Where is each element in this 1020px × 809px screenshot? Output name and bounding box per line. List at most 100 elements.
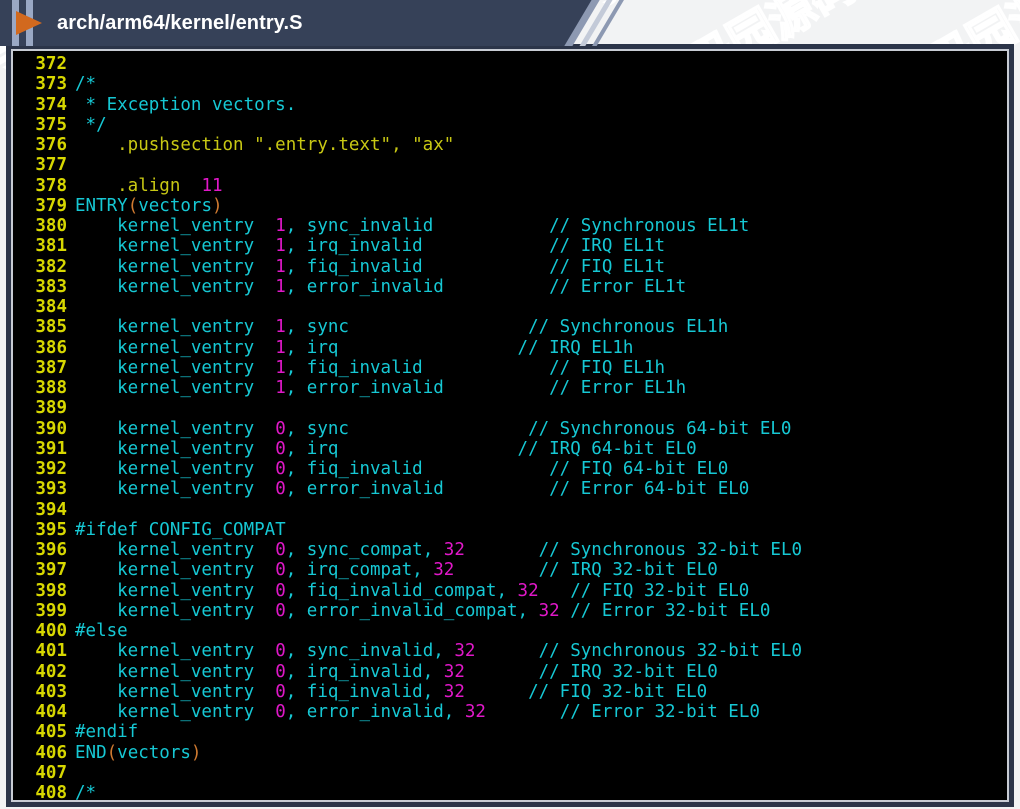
line-number: 379 bbox=[35, 195, 67, 216]
code-token: , error_invalid_compat, bbox=[285, 600, 539, 621]
code-token: 32 bbox=[464, 702, 486, 722]
code-token: 0 bbox=[275, 560, 286, 581]
code-line[interactable]: 386 kernel_ventry 1, irq // IRQ EL1h bbox=[13, 338, 1007, 358]
code-lines-container[interactable]: 372 373/* 374 * Exception vectors. 375 */37… bbox=[13, 54, 1007, 802]
code-token: 11 bbox=[201, 175, 223, 196]
code-token: , irq bbox=[285, 438, 518, 459]
code-line[interactable]: 393 kernel_ventry 0, error_invalid // Er… bbox=[13, 479, 1007, 499]
line-source: kernel_ventry 0, sync_compat, 32 // Sync… bbox=[75, 540, 802, 560]
code-line[interactable]: 375 */ bbox=[13, 115, 1007, 135]
code-line[interactable]: 397 kernel_ventry 0, irq_compat, 32 // I… bbox=[13, 560, 1007, 580]
code-line[interactable]: 378 .align 11 bbox=[13, 176, 1007, 196]
code-editor-viewport[interactable]: 372 373/* 374 * Exception vectors. 375 */37… bbox=[11, 49, 1009, 802]
line-source: * Exception vectors. bbox=[75, 95, 297, 115]
code-line[interactable]: 373 /* bbox=[13, 74, 1007, 94]
code-token: , sync bbox=[285, 418, 529, 439]
code-line[interactable]: 399 kernel_ventry 0, error_invalid_compa… bbox=[13, 601, 1007, 621]
code-token: // Synchronous 32-bit EL0 bbox=[538, 641, 803, 662]
code-line[interactable]: 398 kernel_ventry 0, fiq_invalid_compat,… bbox=[13, 581, 1007, 601]
line-number: 383 bbox=[35, 276, 67, 297]
code-line[interactable]: 400 #else bbox=[13, 621, 1007, 641]
line-number: 381 bbox=[35, 236, 67, 257]
code-token: kernel_ventry bbox=[75, 540, 276, 560]
code-line[interactable]: 391 kernel_ventry 0, irq // IRQ 64-bit E… bbox=[13, 439, 1007, 459]
code-line[interactable]: 394 bbox=[13, 500, 1007, 520]
code-token: kernel_ventry bbox=[75, 337, 276, 358]
code-line[interactable]: 374 * Exception vectors. bbox=[13, 95, 1007, 115]
code-line[interactable]: 383 kernel_ventry 1, error_invalid // Er… bbox=[13, 277, 1007, 297]
code-token: 32 bbox=[443, 681, 465, 702]
code-token: 32 bbox=[454, 641, 476, 662]
code-token: kernel_ventry bbox=[75, 459, 276, 479]
code-line[interactable]: 377 bbox=[13, 155, 1007, 175]
window-titlebar: arch/arm64/kernel/entry.S bbox=[0, 0, 598, 46]
code-line[interactable]: 403 kernel_ventry 0, fiq_invalid, 32 // … bbox=[13, 682, 1007, 702]
code-token: ENTRY bbox=[75, 195, 128, 216]
code-token: // IRQ 32-bit EL0 bbox=[538, 560, 718, 581]
code-line[interactable]: 389 bbox=[13, 398, 1007, 418]
line-number: 375 bbox=[35, 114, 67, 135]
code-token: kernel_ventry bbox=[75, 378, 276, 398]
code-token: // IRQ EL1t bbox=[549, 236, 666, 257]
line-number: 405 bbox=[35, 722, 67, 743]
code-token: kernel_ventry bbox=[75, 256, 276, 277]
code-line[interactable]: 379 ENTRY(vectors) bbox=[13, 196, 1007, 216]
line-source: kernel_ventry 1, irq_invalid // IRQ EL1t bbox=[75, 236, 665, 256]
code-line[interactable]: 405 #endif bbox=[13, 722, 1007, 742]
line-number: 400 bbox=[35, 621, 67, 641]
code-token: , fiq_invalid bbox=[285, 256, 550, 277]
code-token: // Error 32-bit EL0 bbox=[570, 600, 771, 621]
code-token: 0 bbox=[275, 702, 286, 722]
code-line[interactable]: 380 kernel_ventry 1, sync_invalid // Syn… bbox=[13, 216, 1007, 236]
code-line[interactable]: 376 .pushsection ".entry.text", "ax" bbox=[13, 135, 1007, 155]
code-line[interactable]: 401 kernel_ventry 0, sync_invalid, 32 //… bbox=[13, 641, 1007, 661]
code-token: kernel_ventry bbox=[75, 438, 276, 459]
code-line[interactable]: 382 kernel_ventry 1, fiq_invalid // FIQ … bbox=[13, 257, 1007, 277]
code-token: 0 bbox=[275, 479, 286, 500]
code-line[interactable]: 402 kernel_ventry 0, irq_invalid, 32 // … bbox=[13, 662, 1007, 682]
line-source: kernel_ventry 0, irq // IRQ 64-bit EL0 bbox=[75, 439, 697, 459]
code-token: 0 bbox=[275, 438, 286, 459]
code-token: // Error 32-bit EL0 bbox=[559, 702, 760, 722]
line-number: 388 bbox=[35, 378, 67, 398]
code-token: 32 bbox=[433, 560, 455, 581]
line-source: kernel_ventry 0, irq_compat, 32 // IRQ 3… bbox=[75, 560, 718, 580]
code-line[interactable]: 390 kernel_ventry 0, sync // Synchronous… bbox=[13, 419, 1007, 439]
code-line[interactable]: 387 kernel_ventry 1, fiq_invalid // FIQ … bbox=[13, 358, 1007, 378]
code-token: kernel_ventry bbox=[75, 236, 276, 257]
line-source: */ bbox=[75, 115, 107, 135]
line-number: 401 bbox=[35, 641, 67, 662]
code-token: 0 bbox=[275, 418, 286, 439]
code-line[interactable]: 408 /* bbox=[13, 783, 1007, 802]
code-token: 0 bbox=[275, 681, 286, 702]
code-line[interactable]: 381 kernel_ventry 1, irq_invalid // IRQ … bbox=[13, 236, 1007, 256]
code-line[interactable]: 392 kernel_ventry 0, fiq_invalid // FIQ … bbox=[13, 459, 1007, 479]
line-number: 373 bbox=[35, 74, 67, 95]
line-number: 384 bbox=[35, 297, 67, 317]
code-line[interactable]: 395 #ifdef CONFIG_COMPAT bbox=[13, 520, 1007, 540]
code-line[interactable]: 372 bbox=[13, 54, 1007, 74]
code-line[interactable]: 396 kernel_ventry 0, sync_compat, 32 // … bbox=[13, 540, 1007, 560]
code-token: /* bbox=[75, 74, 97, 95]
code-token: ( bbox=[106, 742, 118, 763]
code-token: , error_invalid bbox=[285, 479, 550, 500]
code-token: // Error EL1h bbox=[549, 378, 687, 398]
line-number: 392 bbox=[35, 459, 67, 479]
code-token: 32 bbox=[538, 600, 560, 621]
code-token: 1 bbox=[275, 357, 286, 378]
code-line[interactable]: 406 END(vectors) bbox=[13, 743, 1007, 763]
line-number: 408 bbox=[35, 783, 67, 802]
line-source: kernel_ventry 1, fiq_invalid // FIQ EL1h bbox=[75, 358, 665, 378]
line-number: 403 bbox=[35, 681, 67, 702]
code-line[interactable]: 404 kernel_ventry 0, error_invalid, 32 /… bbox=[13, 702, 1007, 722]
code-line[interactable]: 407 bbox=[13, 763, 1007, 783]
code-token: 1 bbox=[275, 337, 286, 358]
line-source: kernel_ventry 1, fiq_invalid // FIQ EL1t bbox=[75, 257, 665, 277]
code-line[interactable]: 388 kernel_ventry 1, error_invalid // Er… bbox=[13, 378, 1007, 398]
code-token: , fiq_invalid bbox=[285, 459, 550, 479]
code-line[interactable]: 384 bbox=[13, 297, 1007, 317]
code-token: , fiq_invalid_compat, bbox=[285, 580, 518, 601]
code-line[interactable]: 385 kernel_ventry 1, sync // Synchronous… bbox=[13, 317, 1007, 337]
play-triangle-icon[interactable] bbox=[16, 11, 42, 35]
